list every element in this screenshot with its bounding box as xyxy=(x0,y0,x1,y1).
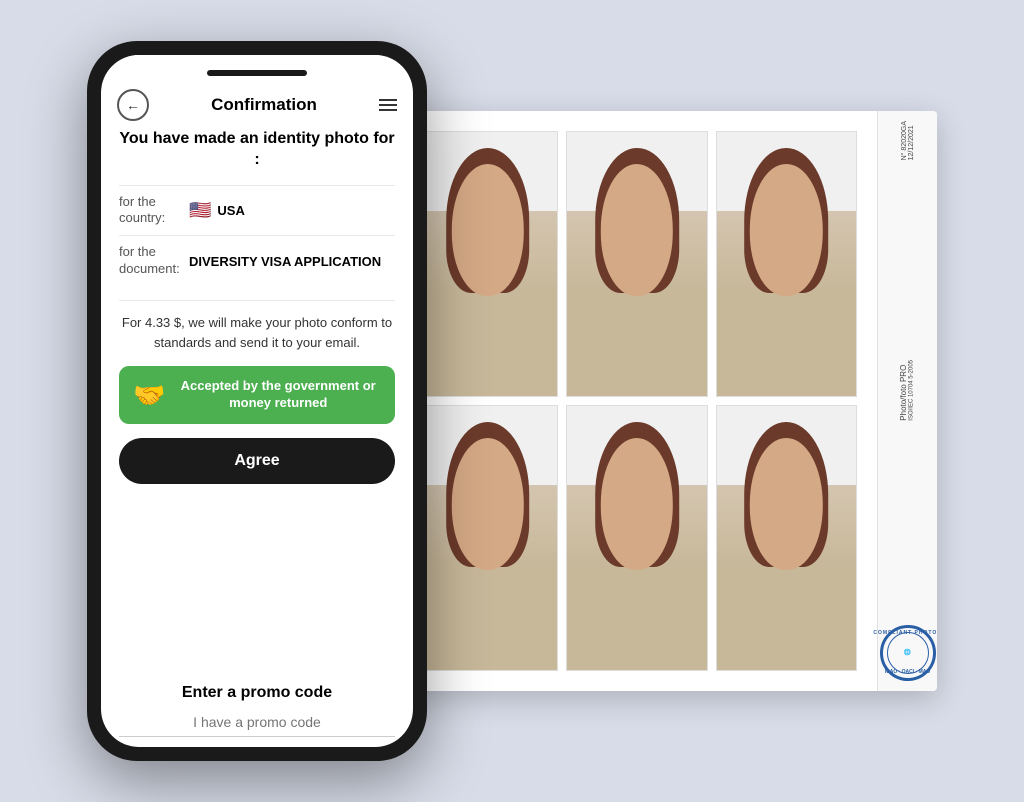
portrait-3 xyxy=(717,132,856,396)
serial-number: N° 82020GA 12/12/2021 xyxy=(901,121,915,160)
flag-icon: 🇺🇸 xyxy=(189,200,211,221)
portrait-4 xyxy=(418,406,557,670)
pricing-text: For 4.33 $, we will make your photo conf… xyxy=(119,300,395,352)
promo-section: Enter a promo code xyxy=(119,684,395,747)
nav-bar: ← Confirmation xyxy=(101,85,413,129)
photo-sheet: N° 82020GA 12/12/2021 Photo/foto PRO ISO… xyxy=(397,111,937,691)
photo-cell-5 xyxy=(566,405,707,671)
scene: ← Confirmation You have made an identity… xyxy=(0,0,1024,802)
handshake-icon: 🤝 xyxy=(133,380,165,411)
screen-content: You have made an identity photo for : fo… xyxy=(101,129,413,747)
photo-cell-6 xyxy=(716,405,857,671)
stamp-arc-bottom: ICAO · OACI · MAO xyxy=(885,669,931,675)
photo-cell-1 xyxy=(417,131,558,397)
photo-cell-3 xyxy=(716,131,857,397)
portrait-1 xyxy=(418,132,557,396)
portrait-2 xyxy=(567,132,706,396)
info-table: for the country: 🇺🇸 USA for the document… xyxy=(119,185,395,287)
sheet-side-panel: N° 82020GA 12/12/2021 Photo/foto PRO ISO… xyxy=(877,111,937,691)
stamp-center: 🌐 xyxy=(887,632,929,674)
back-button[interactable]: ← xyxy=(117,89,149,121)
guarantee-text: Accepted by the government or money retu… xyxy=(175,378,381,412)
promo-input[interactable] xyxy=(119,708,395,737)
nav-title: Confirmation xyxy=(211,95,317,115)
country-value: 🇺🇸 USA xyxy=(189,200,245,221)
menu-button[interactable] xyxy=(379,99,397,111)
country-name: USA xyxy=(217,203,244,218)
agree-button[interactable]: Agree xyxy=(119,438,395,484)
country-label: for the country: xyxy=(119,194,189,228)
document-row: for the document: DIVERSITY VISA APPLICA… xyxy=(119,235,395,286)
section-title: You have made an identity photo for : xyxy=(119,129,395,171)
menu-line-3 xyxy=(379,109,397,111)
country-row: for the country: 🇺🇸 USA xyxy=(119,185,395,236)
menu-line-2 xyxy=(379,104,397,106)
notch-pill xyxy=(207,70,307,76)
portrait-5 xyxy=(567,406,706,670)
menu-line-1 xyxy=(379,99,397,101)
phone-screen: ← Confirmation You have made an identity… xyxy=(101,55,413,747)
document-value: DIVERSITY VISA APPLICATION xyxy=(189,254,381,269)
brand-text: Photo/foto PRO ISO/IEC 10704 5-2005 xyxy=(899,360,916,425)
photo-cell-2 xyxy=(566,131,707,397)
phone-device: ← Confirmation You have made an identity… xyxy=(87,41,427,761)
back-icon: ← xyxy=(126,97,140,113)
portrait-6 xyxy=(717,406,856,670)
guarantee-banner: 🤝 Accepted by the government or money re… xyxy=(119,366,395,424)
compliance-stamp: COMPLIANT PHOTOS 🌐 ICAO · OACI · MAO xyxy=(880,625,936,681)
photo-grid xyxy=(397,111,877,691)
photo-cell-4 xyxy=(417,405,558,671)
promo-title: Enter a promo code xyxy=(119,684,395,702)
phone-notch xyxy=(101,55,413,85)
document-label: for the document: xyxy=(119,244,189,278)
stamp-arc-top: COMPLIANT PHOTOS xyxy=(873,630,937,636)
